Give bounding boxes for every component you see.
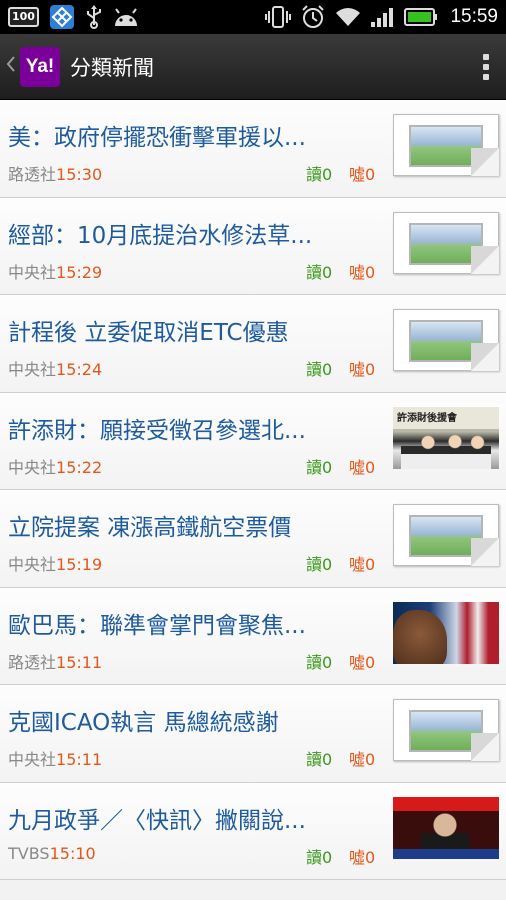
news-headline[interactable]: 九月政爭／〈快訊〉撇關說... — [8, 801, 383, 835]
wifi-icon — [334, 6, 362, 28]
overflow-menu-icon[interactable] — [472, 47, 500, 87]
read-count: 讀0 — [306, 847, 333, 867]
usb-icon — [85, 5, 103, 29]
news-item[interactable]: 歐巴馬：聯準會掌門會聚焦... 路透社15:11 讀0 噓0 — [0, 587, 506, 685]
boo-count: 噓0 — [349, 165, 376, 184]
news-meta: 中央社15:29 — [8, 259, 102, 283]
news-item[interactable]: 美：政府停擺恐衝擊軍援以... 路透社15:30 讀0 噓0 — [0, 100, 506, 198]
news-source: 中央社 — [8, 555, 57, 574]
news-time: 15:11 — [56, 750, 103, 769]
news-time: 15:29 — [56, 262, 103, 282]
placeholder-image-icon[interactable] — [393, 114, 499, 176]
news-source: 中央社 — [8, 750, 57, 769]
news-time: 15:24 — [56, 360, 103, 379]
news-meta: 路透社15:30 — [8, 161, 102, 185]
news-meta: 中央社15:19 — [8, 551, 102, 575]
news-time: 15:11 — [56, 652, 103, 672]
status-bar: 100 15:59 — [0, 0, 506, 34]
boo-count: 噓0 — [349, 555, 376, 574]
placeholder-image-icon[interactable] — [393, 699, 499, 761]
news-item[interactable]: 克國ICAO執言 馬總統感謝 中央社15:11 讀0 噓0 — [0, 685, 506, 783]
news-meta: TVBS15:10 — [8, 844, 96, 863]
battery-icon — [404, 7, 438, 27]
news-headline[interactable]: 經部：10月底提治水修法草... — [8, 216, 383, 250]
news-headline[interactable]: 克國ICAO執言 馬總統感謝 — [8, 703, 383, 737]
placeholder-image-icon[interactable] — [393, 211, 499, 274]
boo-count: 噓0 — [349, 360, 376, 379]
boo-count: 噓0 — [349, 847, 376, 867]
news-time: 15:22 — [56, 457, 103, 477]
app-notification-icon — [49, 4, 75, 30]
photo-caption: 許添財後援會 — [393, 406, 499, 429]
news-source: 中央社 — [8, 457, 57, 477]
read-count: 讀0 — [306, 750, 333, 769]
read-count: 讀0 — [306, 457, 333, 477]
page-title: 分類新聞 — [70, 55, 154, 80]
boo-count: 噓0 — [349, 652, 376, 672]
news-item[interactable]: 立院提案 凍漲高鐵航空票價 中央社15:19 讀0 噓0 — [0, 490, 506, 588]
news-item[interactable]: 九月政爭／〈快訊〉撇關說... TVBS15:10 讀0 噓0 — [0, 782, 506, 880]
news-headline[interactable]: 立院提案 凍漲高鐵航空票價 — [8, 508, 383, 542]
read-count: 讀0 — [306, 165, 333, 184]
app-logo[interactable]: Ya! — [20, 46, 60, 87]
news-source: 中央社 — [8, 262, 57, 282]
news-list: 美：政府停擺恐衝擊軍援以... 路透社15:30 讀0 噓0 經部：10月底提治… — [0, 100, 506, 880]
back-chevron-icon[interactable] — [6, 54, 18, 79]
placeholder-image-icon[interactable] — [393, 309, 499, 371]
news-headline[interactable]: 許添財：願接受徵召參選北... — [8, 411, 383, 445]
news-meta: 路透社15:11 — [8, 649, 102, 673]
signal-icon — [370, 6, 396, 28]
news-item[interactable]: 經部：10月底提治水修法草... 中央社15:29 讀0 噓0 — [0, 197, 506, 295]
android-icon — [113, 6, 139, 28]
news-thumbnail[interactable] — [393, 796, 499, 859]
news-time: 15:19 — [56, 555, 103, 574]
news-headline[interactable]: 歐巴馬：聯準會掌門會聚焦... — [8, 606, 383, 640]
news-thumbnail[interactable] — [393, 601, 499, 664]
news-source: 路透社 — [8, 652, 57, 672]
news-meta: 中央社15:11 — [8, 746, 102, 770]
placeholder-image-icon[interactable] — [393, 504, 499, 566]
read-count: 讀0 — [306, 652, 333, 672]
alarm-icon — [300, 4, 326, 30]
boo-count: 噓0 — [349, 262, 376, 282]
vibrate-icon — [264, 5, 292, 29]
news-meta: 中央社15:22 — [8, 454, 102, 478]
news-meta: 中央社15:24 — [8, 356, 102, 380]
news-headline[interactable]: 美：政府停擺恐衝擊軍援以... — [8, 118, 383, 152]
boo-count: 噓0 — [349, 457, 376, 477]
news-source: 路透社 — [8, 165, 57, 184]
boo-count: 噓0 — [349, 750, 376, 769]
news-source: 中央社 — [8, 360, 57, 379]
news-item[interactable]: 計程後 立委促取消ETC優惠 中央社15:24 讀0 噓0 — [0, 295, 506, 393]
news-item[interactable]: 許添財：願接受徵召參選北... 中央社15:22 讀0 噓0 許添財後援會 — [0, 392, 506, 490]
read-count: 讀0 — [306, 262, 333, 282]
news-headline[interactable]: 計程後 立委促取消ETC優惠 — [8, 313, 383, 347]
news-source: TVBS — [8, 843, 50, 863]
read-count: 讀0 — [306, 360, 333, 379]
read-count: 讀0 — [306, 555, 333, 574]
news-time: 15:10 — [49, 843, 96, 863]
clock: 15:59 — [450, 6, 498, 27]
action-bar: Ya! 分類新聞 — [0, 34, 506, 100]
news-time: 15:30 — [56, 165, 103, 184]
battery-saver-badge-icon: 100 — [8, 7, 39, 27]
news-thumbnail[interactable]: 許添財後援會 — [393, 406, 499, 469]
